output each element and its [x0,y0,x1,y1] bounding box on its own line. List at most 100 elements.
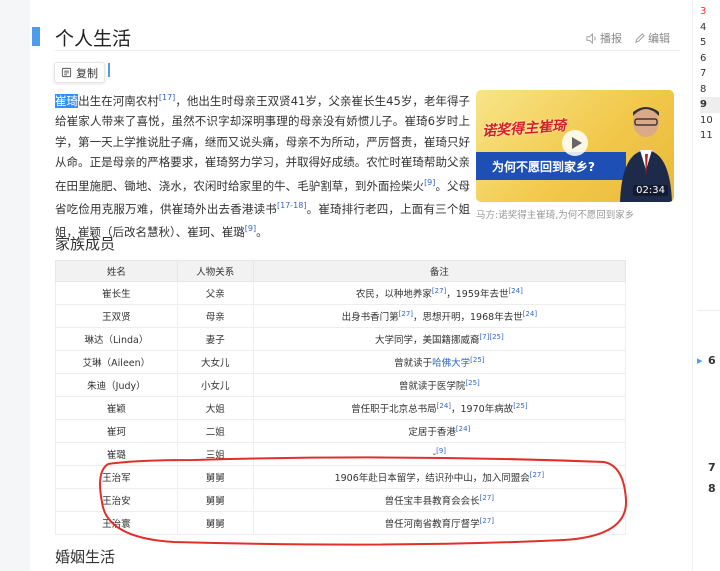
video-duration: 02:34 [633,185,668,196]
cell-relation: 妻子 [176,327,254,351]
toc-item[interactable]: 6 [700,51,720,67]
ref-link[interactable]: [25] [470,356,484,364]
toc-list: 3 4 5 6 7 8 9 10 11 [700,4,720,144]
table-row: 琳达（Linda） 妻子 大学同学，美国籍挪威裔[7][25] [55,327,627,351]
cell-note: 定居于香港[24] [252,419,627,443]
ref-link[interactable]: [24] [523,310,537,318]
toc-arrow-icon[interactable]: ▸ [697,354,703,367]
toc-item[interactable]: 5 [700,35,720,51]
toc-item[interactable]: 11 [700,128,720,144]
toc-extra-item[interactable]: 7 [708,461,716,474]
member-note: 曾任宝丰县教育会会长 [384,496,480,507]
ref-link[interactable]: [9] [424,178,435,187]
cell-note: 曾就读于医学院[25] [252,373,627,397]
note-link[interactable]: 哈佛大学 [432,358,470,369]
cell-note: 曾就读于哈佛大学[25] [252,350,627,374]
toc-item[interactable]: 10 [700,113,720,129]
cell-note: 大学同学，美国籍挪威裔[7][25] [252,327,627,351]
cell-name: 艾琳（Aileen） [55,350,178,374]
ref-link[interactable]: [24] [508,287,522,295]
pencil-icon [635,32,645,43]
video-thumbnail[interactable]: 诺奖得主崔琦 为何不愿回到家乡? 02:34 [476,90,674,202]
cell-relation: 大姐 [176,396,254,420]
toc-divider [697,310,720,311]
ref-link[interactable]: [17] [159,93,175,102]
ref-link[interactable]: [17-18] [277,201,307,210]
cell-name: 王双贤 [55,304,178,328]
text-cursor [108,63,110,77]
cell-note: -[9] [252,442,627,466]
member-name: 崔璐 [106,450,126,461]
cell-relation: 小女儿 [176,373,254,397]
ref-link[interactable]: [27] [399,310,413,318]
member-relation: 三姐 [205,450,225,461]
ref-link[interactable]: [27] [480,494,494,502]
report-label: 播报 [600,32,622,45]
toc-item[interactable]: 4 [700,20,720,36]
ref-link[interactable]: [27] [530,471,544,479]
ref-link[interactable]: [9] [245,224,256,233]
copy-label: 复制 [76,66,98,80]
member-name: 王双贤 [102,312,131,323]
member-relation: 舅舅 [205,473,225,484]
toc-item[interactable]: 7 [700,66,720,82]
cell-name: 崔璐 [55,442,178,466]
selected-name[interactable]: 崔琦 [55,93,79,108]
member-relation: 母亲 [205,312,225,323]
ref-link[interactable]: [25] [489,333,503,341]
member-relation: 舅舅 [205,496,225,507]
ref-link[interactable]: [27] [480,517,494,525]
copy-icon [61,67,72,78]
ref-link[interactable]: [24] [437,402,451,410]
edit-button[interactable]: 编辑 [634,30,670,46]
copy-button[interactable]: 复制 [54,62,105,83]
report-button[interactable]: 播报 [586,30,622,46]
table-row: 朱迪（Judy） 小女儿 曾就读于医学院[25] [55,373,627,397]
video-banner-bottom: 为何不愿回到家乡? [476,152,626,180]
title-divider [55,50,680,51]
ref-link[interactable]: [9] [436,447,446,455]
member-note: 曾任职于北京总书局 [351,404,437,415]
member-name: 王治安 [102,496,131,507]
section-actions: 播报 编辑 [586,30,670,46]
video-banner-top: 诺奖得主崔琦 [481,118,567,140]
toc-extra-item[interactable]: 8 [708,482,716,495]
speaker-icon [586,32,596,44]
ref-link[interactable]: [27] [432,287,446,295]
main-content: 个人生活 播报 编辑 复制 崔琦出生在河南农村[17]，他出生时母亲王双贤41岁… [30,0,692,571]
member-name: 崔长生 [102,289,131,300]
member-note: 大学同学，美国籍挪威裔 [374,335,480,346]
toc-extra-item[interactable]: 6 [708,354,716,367]
cell-name: 朱迪（Judy） [55,373,178,397]
member-note: 出身书香门第 [341,312,399,323]
cell-relation: 大女儿 [176,350,254,374]
member-relation: 父亲 [205,289,225,300]
cell-name: 崔珂 [55,419,178,443]
ref-link[interactable]: [25] [513,402,527,410]
cell-note: 曾任宝丰县教育会会长[27] [252,488,627,512]
ref-link[interactable]: [25] [465,379,479,387]
member-relation: 大姐 [205,404,225,415]
cell-relation: 舅舅 [176,465,254,489]
ref-link[interactable]: [7] [479,333,489,341]
video-caption[interactable]: 马方:诺奖得主崔琦,为何不愿回到家乡 [476,207,634,221]
member-relation: 妻子 [205,335,225,346]
member-name: 朱迪（Judy） [87,381,146,392]
play-icon[interactable] [562,130,588,156]
member-note: 农民，以种地养家 [355,289,432,300]
member-name: 王治寰 [102,519,131,530]
table-row: 崔璐 三姐 -[9] [55,442,627,466]
toc-item[interactable]: 9 [700,97,720,113]
table-row: 王治安 舅舅 曾任宝丰县教育会会长[27] [55,488,627,512]
table-row: 王治军 舅舅 1906年赴日本留学，结识孙中山，加入同盟会[27] [55,465,627,489]
member-note: 曾任河南省教育厅督学 [384,519,480,530]
toc-item[interactable]: 8 [700,82,720,98]
member-note: 曾就读于 [394,358,433,369]
cell-note: 曾任职于北京总书局[24]，1970年病故[25] [252,396,627,420]
cell-name: 王治军 [55,465,178,489]
member-relation: 大女儿 [201,358,230,369]
toc-item[interactable]: 3 [700,4,720,20]
ref-link[interactable]: [24] [456,425,470,433]
family-table: 姓名 人物关系 备注 崔长生 父亲 农民，以种地养家[27]，1959年去世[24]… [55,260,627,535]
personal-life-paragraph: 崔琦出生在河南农村[17]，他出生时母亲王双贤41岁，父亲崔长生45岁，老年得子… [55,88,470,243]
